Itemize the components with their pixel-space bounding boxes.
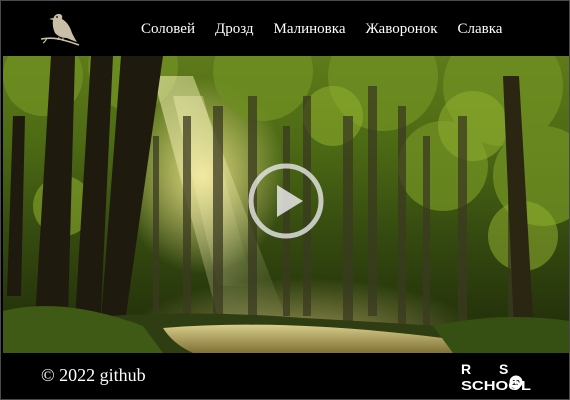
nav-item-solovey[interactable]: Соловей xyxy=(141,16,195,42)
nav-item-zhavoronok[interactable]: Жаворонок xyxy=(365,16,437,42)
bird-icon[interactable] xyxy=(39,9,81,49)
page: Соловей Дрозд Малиновка Жаворонок Славка xyxy=(0,0,570,400)
nav-item-drozd[interactable]: Дрозд xyxy=(215,16,254,42)
footer: © 2022 github R S 19 SCHOOL xyxy=(1,353,569,399)
forest-background-image xyxy=(3,56,569,353)
rs-school-logo[interactable]: R S 19 SCHOOL xyxy=(461,361,535,393)
nav-item-malinovka[interactable]: Малиновка xyxy=(274,16,346,42)
main-nav: Соловей Дрозд Малиновка Жаворонок Славка xyxy=(131,16,502,42)
play-icon[interactable] xyxy=(248,163,324,239)
header: Соловей Дрозд Малиновка Жаворонок Славка xyxy=(1,1,569,57)
rs-logo-r: R xyxy=(461,361,471,377)
rs-logo-s: S xyxy=(499,361,508,377)
copyright-github-link[interactable]: © 2022 github xyxy=(41,365,146,386)
rs-logo-school: SCHOOL xyxy=(461,378,531,393)
nav-item-slavka[interactable]: Славка xyxy=(458,16,503,42)
